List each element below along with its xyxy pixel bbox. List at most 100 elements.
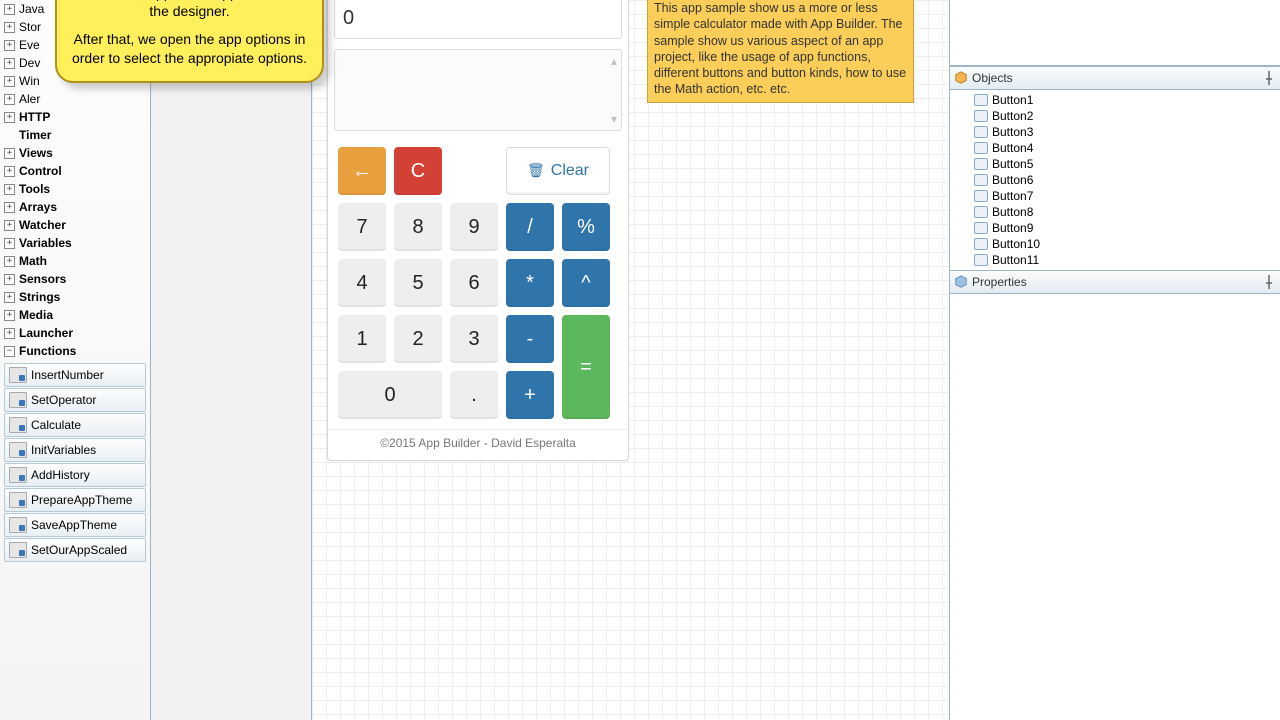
- clear-button[interactable]: Clear: [506, 147, 610, 195]
- expand-icon[interactable]: +: [4, 94, 15, 105]
- calc-footer: ©2015 App Builder - David Esperalta: [328, 429, 628, 454]
- tree-item-watcher[interactable]: +Watcher: [0, 216, 150, 234]
- key-equals[interactable]: =: [562, 315, 610, 419]
- key-minus[interactable]: -: [506, 315, 554, 363]
- tree-item-views[interactable]: +Views: [0, 144, 150, 162]
- tree-item-math[interactable]: +Math: [0, 252, 150, 270]
- object-button7[interactable]: Button7: [950, 188, 1280, 204]
- object-button1[interactable]: Button1: [950, 92, 1280, 108]
- expand-icon[interactable]: +: [4, 202, 15, 213]
- calc-display[interactable]: 0: [334, 0, 622, 39]
- tree-item-tools[interactable]: +Tools: [0, 180, 150, 198]
- key-6[interactable]: 6: [450, 259, 498, 307]
- tree-item-launcher[interactable]: + Launcher: [0, 324, 150, 342]
- key-7[interactable]: 7: [338, 203, 386, 251]
- function-calculate[interactable]: Calculate: [4, 413, 146, 437]
- function-initvariables[interactable]: InitVariables: [4, 438, 146, 462]
- back-button[interactable]: ←: [338, 147, 386, 195]
- expand-icon[interactable]: +: [4, 292, 15, 303]
- tree-item-control[interactable]: + Control: [0, 162, 150, 180]
- properties-icon: [954, 275, 968, 289]
- function-setoperator[interactable]: SetOperator: [4, 388, 146, 412]
- tree-label: Media: [19, 308, 53, 322]
- tree-label: Launcher: [19, 326, 73, 340]
- expand-icon[interactable]: +: [4, 148, 15, 159]
- objects-list[interactable]: Button1Button2Button3Button4Button5Butto…: [950, 90, 1280, 270]
- object-button11[interactable]: Button11: [950, 252, 1280, 268]
- expand-icon[interactable]: +: [4, 310, 15, 321]
- tree-label: Control: [19, 164, 62, 178]
- function-insertnumber[interactable]: InsertNumber: [4, 363, 146, 387]
- tree-label: Stor: [19, 20, 41, 34]
- object-button9[interactable]: Button9: [950, 220, 1280, 236]
- collapse-icon[interactable]: −: [4, 346, 15, 357]
- objects-header[interactable]: Objects: [950, 66, 1280, 90]
- expand-icon[interactable]: +: [4, 166, 15, 177]
- tree-item-arrays[interactable]: + Arrays: [0, 198, 150, 216]
- tree-item-variables[interactable]: + Variables: [0, 234, 150, 252]
- function-addhistory[interactable]: AddHistory: [4, 463, 146, 487]
- object-label: Button1: [992, 93, 1033, 107]
- calc-history[interactable]: ▴ ▾: [334, 49, 622, 131]
- tree-item-media[interactable]: + Media: [0, 306, 150, 324]
- key-2[interactable]: 2: [394, 315, 442, 363]
- key-dot[interactable]: .: [450, 371, 498, 419]
- function-setourappscaled[interactable]: SetOurAppScaled: [4, 538, 146, 562]
- expand-icon[interactable]: +: [4, 274, 15, 285]
- tree-item-timer[interactable]: Timer: [0, 126, 150, 144]
- expand-icon[interactable]: +: [4, 184, 15, 195]
- object-button5[interactable]: Button5: [950, 156, 1280, 172]
- tree-item-strings[interactable]: +Strings: [0, 288, 150, 306]
- action-tree: +Java+Stor+Eve+Dev+Win+Aler+HTTPTimer+Vi…: [0, 0, 150, 720]
- tree-item-sensors[interactable]: +Sensors: [0, 270, 150, 288]
- designer-canvas[interactable]: 0 ▴ ▾ ← C Clear 7 8 9 / % 4 5: [312, 0, 949, 720]
- expand-icon[interactable]: +: [4, 112, 15, 123]
- key-4[interactable]: 4: [338, 259, 386, 307]
- expand-icon[interactable]: +: [4, 328, 15, 339]
- object-label: Button6: [992, 173, 1033, 187]
- expand-icon[interactable]: +: [4, 40, 15, 51]
- expand-icon[interactable]: +: [4, 256, 15, 267]
- c-button[interactable]: C: [394, 147, 442, 195]
- chevron-down-icon[interactable]: ▾: [611, 112, 617, 126]
- expand-icon[interactable]: +: [4, 220, 15, 231]
- object-icon: [974, 222, 988, 234]
- key-1[interactable]: 1: [338, 315, 386, 363]
- pin-icon[interactable]: [1264, 71, 1274, 85]
- key-percent[interactable]: %: [562, 203, 610, 251]
- object-button3[interactable]: Button3: [950, 124, 1280, 140]
- expand-icon[interactable]: +: [4, 58, 15, 69]
- expand-icon[interactable]: +: [4, 76, 15, 87]
- expand-icon[interactable]: +: [4, 22, 15, 33]
- object-button8[interactable]: Button8: [950, 204, 1280, 220]
- key-3[interactable]: 3: [450, 315, 498, 363]
- key-power[interactable]: ^: [562, 259, 610, 307]
- function-icon: [9, 492, 27, 508]
- app-root: +Java+Stor+Eve+Dev+Win+Aler+HTTPTimer+Vi…: [0, 0, 1280, 720]
- chevron-up-icon[interactable]: ▴: [611, 54, 617, 68]
- key-multiply[interactable]: *: [506, 259, 554, 307]
- key-9[interactable]: 9: [450, 203, 498, 251]
- expand-icon[interactable]: +: [4, 238, 15, 249]
- tree-label: Java: [19, 2, 44, 16]
- object-button6[interactable]: Button6: [950, 172, 1280, 188]
- function-prepareapptheme[interactable]: PrepareAppTheme: [4, 488, 146, 512]
- pin-icon[interactable]: [1264, 275, 1274, 289]
- key-plus[interactable]: +: [506, 371, 554, 419]
- tree-label: Arrays: [19, 200, 57, 214]
- object-button2[interactable]: Button2: [950, 108, 1280, 124]
- properties-header[interactable]: Properties: [950, 270, 1280, 294]
- clear-label: Clear: [551, 162, 589, 180]
- key-0[interactable]: 0: [338, 371, 442, 419]
- object-button10[interactable]: Button10: [950, 236, 1280, 252]
- tree-item-functions[interactable]: −Functions: [0, 342, 150, 360]
- function-saveapptheme[interactable]: SaveAppTheme: [4, 513, 146, 537]
- tree-item-http[interactable]: +HTTP: [0, 108, 150, 126]
- object-button4[interactable]: Button4: [950, 140, 1280, 156]
- key-5[interactable]: 5: [394, 259, 442, 307]
- key-divide[interactable]: /: [506, 203, 554, 251]
- tree-item-aler[interactable]: +Aler: [0, 90, 150, 108]
- expand-icon[interactable]: +: [4, 4, 15, 15]
- key-8[interactable]: 8: [394, 203, 442, 251]
- tree-label: Variables: [19, 236, 72, 250]
